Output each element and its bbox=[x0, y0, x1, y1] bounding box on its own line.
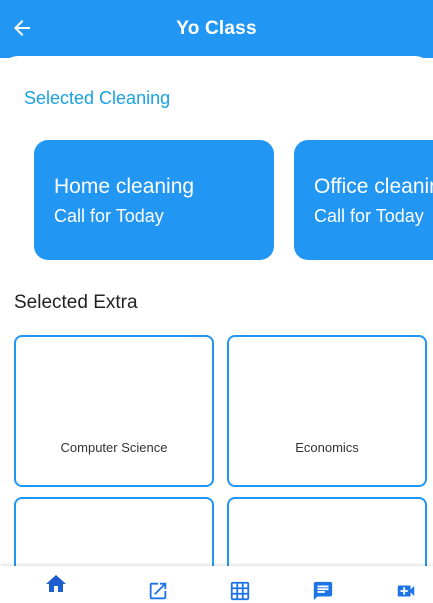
grid-icon[interactable] bbox=[229, 580, 253, 603]
card-title: Office cleaning bbox=[314, 175, 433, 198]
selected-extra-heading: Selected Extra bbox=[14, 292, 138, 313]
cleaning-card-home[interactable]: Home cleaning Call for Today bbox=[34, 140, 274, 260]
card-title: Home cleaning bbox=[54, 175, 195, 198]
extra-tile-economics[interactable]: Economics bbox=[227, 335, 427, 487]
tile-label: Economics bbox=[295, 440, 359, 455]
page-title: Yo Class bbox=[176, 18, 257, 39]
card-subtitle: Call for Today bbox=[54, 206, 164, 226]
extra-tile-computer-science[interactable]: Computer Science bbox=[14, 335, 214, 487]
chat-icon[interactable] bbox=[312, 580, 336, 603]
tile-label: Computer Science bbox=[60, 440, 168, 455]
home-icon[interactable] bbox=[44, 572, 68, 596]
card-subtitle: Call for Today bbox=[314, 206, 424, 226]
app-bar: Yo Class bbox=[0, 0, 433, 58]
cleaning-card-office[interactable]: Office cleaning Call for Today bbox=[294, 140, 433, 260]
video-add-icon[interactable] bbox=[395, 580, 419, 603]
selected-cleaning-heading: Selected Cleaning bbox=[24, 88, 171, 108]
bottom-nav bbox=[0, 566, 433, 603]
open-in-new-icon[interactable] bbox=[147, 580, 171, 603]
